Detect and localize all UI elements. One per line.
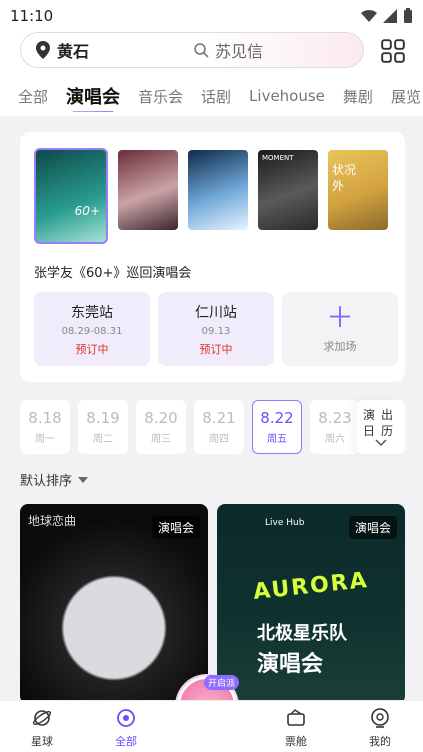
event-card[interactable]: 演唱会 地球恋曲	[20, 504, 208, 704]
station-date: 08.29-08.31	[61, 325, 123, 337]
station-name: 东莞站	[71, 304, 113, 321]
sort-label: 默认排序	[20, 474, 73, 489]
event-poster-text: 地球恋曲	[28, 514, 77, 528]
status-time: 11:10	[10, 7, 54, 25]
tab-label: 我的	[369, 735, 391, 748]
tab-label: 星球	[31, 735, 53, 748]
date-weekday: 周二	[93, 434, 113, 445]
poster-item[interactable]	[188, 150, 248, 230]
search-icon	[194, 43, 209, 58]
search-input[interactable]: 苏见信	[193, 38, 263, 62]
date-item[interactable]: 8.18 周一	[20, 400, 70, 454]
show-calendar-button[interactable]: 演出 日历	[357, 400, 405, 454]
search-placeholder: 苏见信	[214, 42, 263, 61]
event-badge: 演唱会	[151, 516, 200, 539]
bottom-tab-bar: 星球 全部 票舱 我的	[0, 700, 423, 752]
tab-label: 票舱	[285, 735, 307, 748]
date-weekday: 周四	[209, 434, 229, 445]
show-title: 张学友《60+》巡回演唱会	[34, 266, 192, 281]
date-day: 8.20	[144, 409, 178, 427]
city-label: 黄石	[57, 42, 90, 61]
poster-item[interactable]	[118, 150, 178, 230]
all-icon	[117, 709, 135, 727]
tab-all-nav[interactable]: 全部	[96, 707, 156, 749]
event-badge: 演唱会	[348, 516, 397, 539]
tab-exhibition[interactable]: 展览	[391, 86, 421, 107]
ticket-icon	[287, 709, 305, 726]
date-day: 8.22	[260, 409, 294, 427]
fab-tag: 开启派	[204, 675, 240, 690]
plus-icon: ＋	[325, 301, 354, 334]
request-show-button[interactable]: ＋ 求加场	[282, 292, 398, 366]
caret-down-icon	[78, 476, 89, 483]
date-day: 8.21	[202, 409, 236, 427]
search-bar[interactable]: 黄石 苏见信	[20, 32, 364, 68]
tab-dance[interactable]: 舞剧	[343, 86, 373, 107]
poster-text: 60+	[74, 204, 100, 218]
date-day: 8.19	[86, 409, 120, 427]
station-card[interactable]: 东莞站 08.29-08.31 预订中	[34, 292, 150, 366]
event-poster-text: 北极星乐队	[257, 623, 347, 644]
station-date: 09.13	[201, 325, 231, 337]
poster-text: MOMENT	[262, 154, 294, 162]
station-card[interactable]: 仁川站 09.13 预订中	[158, 292, 274, 366]
header: 黄石 苏见信 全部 演唱会 音乐会 话剧 Livehouse 舞剧 展览	[0, 32, 423, 116]
tab-label: 全部	[115, 735, 137, 748]
battery-icon	[404, 8, 412, 23]
station-name: 仁川站	[195, 304, 237, 321]
poster-carousel: 60+ MOMENT 状况外	[34, 148, 388, 244]
date-weekday: 周五	[267, 434, 287, 445]
event-poster-text: 演唱会	[257, 652, 324, 677]
date-weekday: 周一	[35, 434, 55, 445]
tab-tickets[interactable]: 票舱	[266, 707, 326, 749]
date-day: 8.18	[28, 409, 62, 427]
date-item[interactable]: 8.21 周四	[194, 400, 244, 454]
status-bar: 11:10	[0, 0, 423, 32]
date-item-selected[interactable]: 8.22 周五	[252, 400, 302, 454]
date-weekday: 周六	[325, 434, 345, 445]
event-brand: Live Hub	[265, 518, 305, 528]
station-status: 预订中	[199, 342, 233, 356]
wifi-icon	[361, 9, 377, 22]
calendar-label-line1: 演出	[362, 408, 399, 422]
event-card[interactable]: Live Hub 演唱会 AURORA 北极星乐队 演唱会	[217, 504, 405, 704]
tab-planet[interactable]: 星球	[12, 707, 72, 749]
tab-mine[interactable]: 我的	[350, 707, 410, 749]
tab-livehouse[interactable]: Livehouse	[249, 87, 325, 105]
tab-drama[interactable]: 话剧	[201, 86, 231, 107]
poster-text: 状况外	[332, 163, 357, 193]
calendar-label-line2: 日历	[362, 424, 399, 438]
poster-item[interactable]: 状况外	[328, 150, 388, 230]
sort-dropdown[interactable]: 默认排序	[20, 470, 89, 489]
station-list: 东莞站 08.29-08.31 预订中 仁川站 09.13 预订中 ＋ 求加场	[34, 292, 398, 366]
date-item[interactable]: 8.20 周三	[136, 400, 186, 454]
category-tabs: 全部 演唱会 音乐会 话剧 Livehouse 舞剧 展览	[0, 80, 423, 112]
date-item[interactable]: 8.23 周六	[310, 400, 360, 454]
location-pin-icon	[36, 41, 50, 59]
profile-icon	[371, 708, 389, 728]
event-poster-text: AURORA	[252, 568, 370, 605]
tab-music[interactable]: 音乐会	[138, 86, 183, 107]
date-selector: 8.18 周一 8.19 周二 8.20 周三 8.21 周四 8.22 周五 8.23 周…	[20, 400, 360, 454]
poster-item[interactable]: MOMENT	[258, 150, 318, 230]
tab-concert[interactable]: 演唱会	[66, 83, 120, 112]
chevron-down-icon	[375, 439, 387, 447]
city-selector[interactable]: 黄石	[35, 38, 89, 62]
tab-all[interactable]: 全部	[18, 86, 48, 107]
poster-item[interactable]: 60+	[34, 148, 108, 244]
signal-icon	[383, 9, 397, 23]
date-day: 8.23	[318, 409, 352, 427]
planet-icon	[32, 710, 52, 726]
featured-card: 60+ MOMENT 状况外 张学友《60+》巡回演唱会 东莞站 08.29-0…	[20, 132, 405, 382]
date-item[interactable]: 8.19 周二	[78, 400, 128, 454]
grid-menu-icon[interactable]	[380, 38, 406, 64]
request-show-label: 求加场	[323, 340, 357, 353]
date-weekday: 周三	[151, 434, 171, 445]
station-status: 预订中	[75, 342, 109, 356]
